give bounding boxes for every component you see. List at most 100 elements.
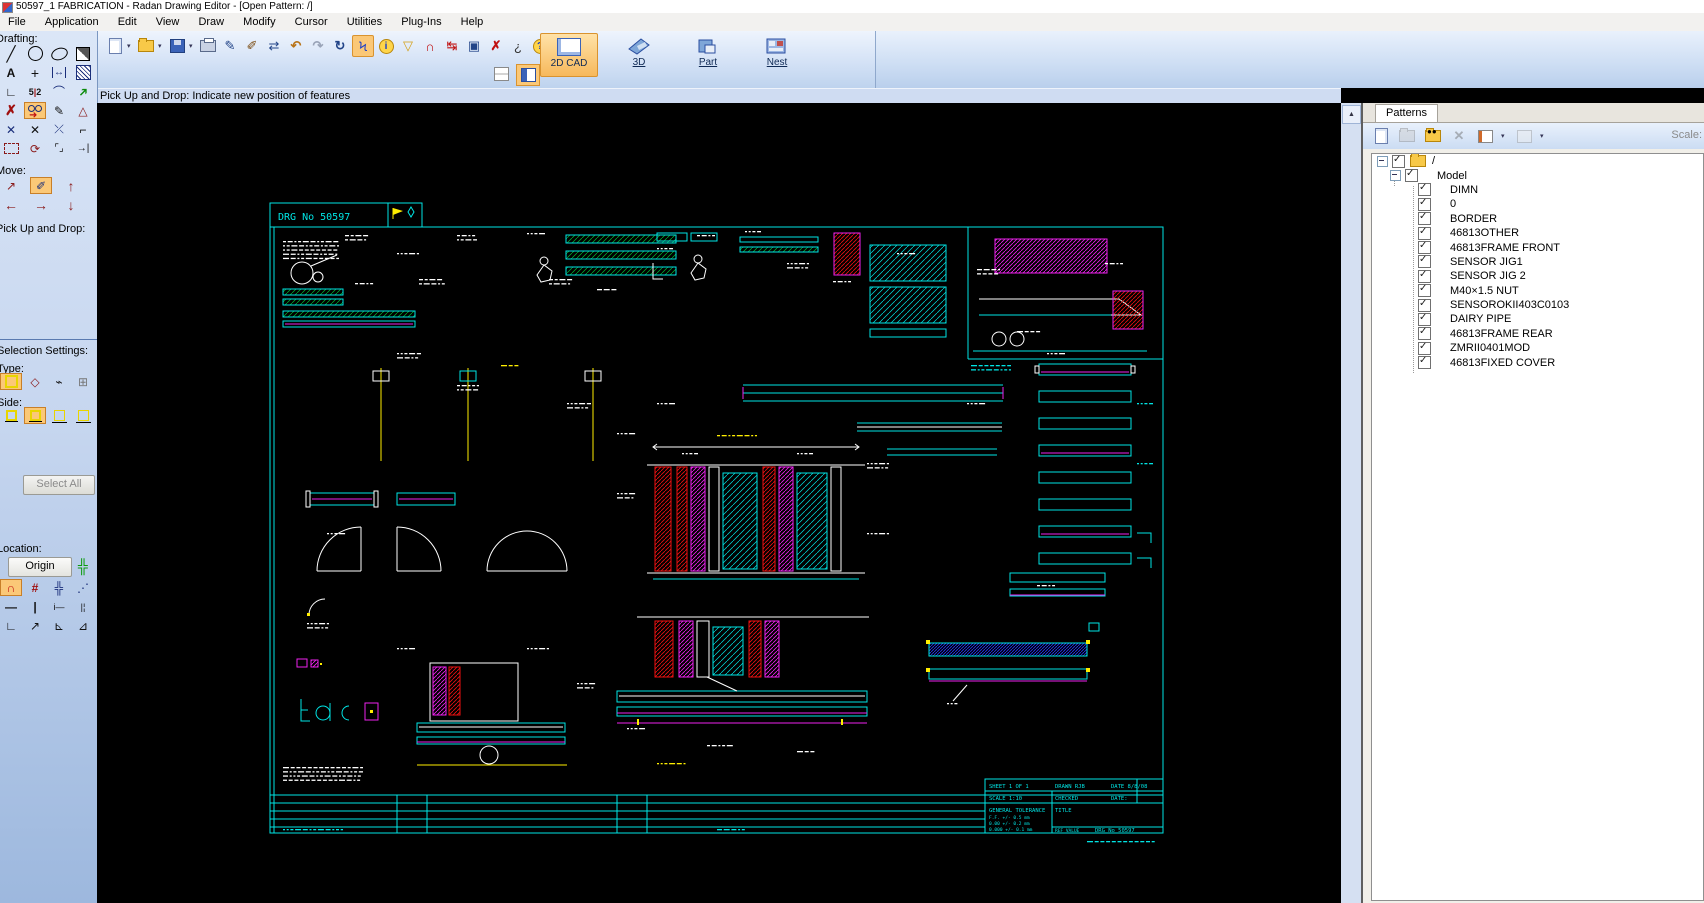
trim-extend-tool-icon[interactable]: ⤫	[48, 121, 70, 138]
tree-item-border[interactable]: BORDER	[1372, 211, 1703, 226]
dimension-icon[interactable]: ↹	[442, 36, 462, 56]
tree-model-row[interactable]: Model	[1372, 168, 1703, 183]
tree-item-sensorok[interactable]: SENSOROKII403C0103	[1372, 298, 1703, 312]
rotate-icon[interactable]: ↻	[330, 36, 350, 56]
origin-target-icon[interactable]: ╬	[72, 557, 94, 574]
loc-scatter-icon[interactable]: ⋰	[72, 579, 94, 596]
tree-item-dairy-pipe[interactable]: DAIRY PIPE	[1372, 312, 1703, 326]
menu-item-draw[interactable]: Draw	[190, 13, 232, 31]
drawing-canvas[interactable]: DRG No 50597 SHEET 1 OF 1 DRAWN RJB DATE…	[97, 103, 1341, 903]
view-window-icon[interactable]: ▣	[464, 36, 484, 56]
loc-angle-ref-icon[interactable]: ⊿	[72, 617, 94, 634]
move-to-line-tool-icon[interactable]: →|	[72, 140, 94, 157]
type-pick-icon[interactable]	[0, 373, 22, 390]
ellipse-tool-icon[interactable]	[48, 44, 70, 63]
menu-item-file[interactable]: File	[0, 13, 34, 31]
loc-grid-icon[interactable]: #	[24, 579, 46, 596]
view-options-2-icon[interactable]	[1514, 126, 1534, 146]
menu-item-application[interactable]: Application	[37, 13, 107, 31]
tree-item-m40-nut[interactable]: M40×1.5 NUT	[1372, 283, 1703, 298]
move-hand-icon[interactable]: ✐	[30, 177, 52, 194]
menu-item-help[interactable]: Help	[453, 13, 492, 31]
redo-icon[interactable]: ↷	[308, 36, 328, 56]
circle-tool-icon[interactable]	[24, 45, 46, 62]
info-icon[interactable]: i	[376, 36, 396, 56]
view-options-2-dropdown-icon[interactable]: ▾	[1540, 126, 1547, 146]
tree-item-46813frame-rear[interactable]: 46813FRAME REAR	[1372, 326, 1703, 341]
model-checkbox[interactable]	[1405, 168, 1418, 183]
tree-model-label[interactable]: Model	[1437, 170, 1467, 182]
origin-button[interactable]: Origin	[8, 557, 72, 577]
mode-nest-button[interactable]: Nest	[749, 33, 805, 75]
pen-icon[interactable]: ✎	[220, 36, 240, 56]
menu-item-view[interactable]: View	[148, 13, 188, 31]
edit-pen-icon[interactable]: ✐	[242, 36, 262, 56]
tree-item-46813fixed-cover[interactable]: 46813FIXED COVER	[1372, 355, 1703, 370]
trim-both-tool-icon[interactable]: ✕	[24, 121, 46, 138]
move-left-icon[interactable]: ←	[0, 196, 22, 213]
mode-2d-cad-button[interactable]: 2D CAD	[540, 33, 598, 77]
loc-axes-icon[interactable]: ∟	[0, 617, 22, 634]
tree-item-46813other[interactable]: 46813OTHER	[1372, 226, 1703, 240]
type-chain-icon[interactable]: ⌁	[48, 373, 70, 390]
loc-vertical-icon[interactable]: |	[24, 598, 46, 615]
delete-dimension-icon[interactable]: ✗	[486, 36, 506, 56]
delete-tool-icon[interactable]: ✗	[0, 102, 22, 119]
type-polygon-icon[interactable]: ◇	[24, 373, 46, 390]
loc-mid-horizontal-icon[interactable]: i—	[48, 598, 70, 615]
text-tool-icon[interactable]: A	[0, 64, 22, 81]
side-over-icon[interactable]	[48, 407, 70, 424]
tree-item-sensor-jig1[interactable]: SENSOR JIG1	[1372, 254, 1703, 269]
single-view-toggle[interactable]	[516, 64, 540, 86]
select-all-button[interactable]: Select All	[23, 475, 95, 495]
query-icon[interactable]: ¿	[508, 36, 528, 56]
point-tool-icon[interactable]: +	[24, 64, 46, 81]
move-down-icon[interactable]: ↓	[60, 196, 82, 213]
tree-root-row[interactable]: /	[1372, 154, 1703, 168]
loc-horizontal-icon[interactable]: —	[0, 598, 22, 615]
find-pattern-icon[interactable]: ●●	[1423, 126, 1443, 146]
print-icon[interactable]	[198, 36, 218, 56]
tree-root-label[interactable]: /	[1432, 155, 1435, 167]
profile-tool-icon[interactable]: ∟	[0, 83, 22, 100]
loc-snap-magnet-icon[interactable]: ∩	[0, 579, 22, 596]
open-dropdown-icon[interactable]: ▾	[158, 36, 165, 56]
line-tool-icon[interactable]: ╱	[0, 45, 22, 63]
node-edit-icon[interactable]: Ϟ	[352, 35, 374, 57]
loc-angle-arc-icon[interactable]: ⊾	[48, 617, 70, 634]
copy-transform-icon[interactable]: ⇄	[264, 36, 284, 56]
polygon-tool-icon[interactable]: △	[72, 102, 94, 119]
open-icon[interactable]	[136, 36, 156, 56]
dimension-tool-icon[interactable]: ↔	[48, 64, 70, 81]
tree-item-dimn[interactable]: DIMN	[1372, 182, 1703, 197]
stretch-box-tool-icon[interactable]	[0, 140, 22, 157]
tree-item-0[interactable]: 0	[1372, 197, 1703, 211]
loc-grid-points-icon[interactable]: ╬	[48, 579, 70, 596]
save-dropdown-icon[interactable]: ▾	[189, 36, 196, 56]
menu-item-plugins[interactable]: Plug-Ins	[393, 13, 449, 31]
new-pattern-icon[interactable]	[1371, 126, 1391, 146]
mode-part-button[interactable]: Part	[680, 33, 736, 75]
type-copy-icon[interactable]: ⊞	[72, 373, 94, 390]
snap-magnet-icon[interactable]: ∩	[420, 36, 440, 56]
undo-icon[interactable]: ↶	[286, 36, 306, 56]
corner-trim-tool-icon[interactable]: ⌐	[72, 121, 94, 138]
view-options-dropdown-icon[interactable]: ▾	[1501, 126, 1508, 146]
filter-icon[interactable]: ▽	[398, 36, 418, 56]
number-tool-icon[interactable]: 5|2	[24, 83, 46, 100]
move-up-icon[interactable]: ↑	[60, 177, 82, 194]
tree-item-46813frame-front[interactable]: 46813FRAME FRONT	[1372, 240, 1703, 255]
side-on-icon[interactable]	[24, 407, 46, 424]
split-view-toggle[interactable]	[490, 64, 512, 84]
trim-tool-icon[interactable]: ✕	[0, 121, 22, 138]
scroll-up-icon[interactable]: ▲	[1342, 105, 1361, 124]
mode-3d-button[interactable]: 3D	[611, 33, 667, 75]
move-right-icon[interactable]: →	[30, 196, 52, 213]
menu-item-edit[interactable]: Edit	[110, 13, 145, 31]
tree-item-zmrii0401mod[interactable]: ZMRII0401MOD	[1372, 341, 1703, 355]
edit-doc-tool-icon[interactable]: ✎	[48, 102, 70, 119]
open-pattern-icon[interactable]	[1397, 126, 1417, 146]
rotate-copy-tool-icon[interactable]: ⟳	[24, 140, 46, 157]
loc-angle-icon[interactable]: ↗	[24, 617, 46, 634]
root-checkbox[interactable]	[1392, 154, 1405, 168]
